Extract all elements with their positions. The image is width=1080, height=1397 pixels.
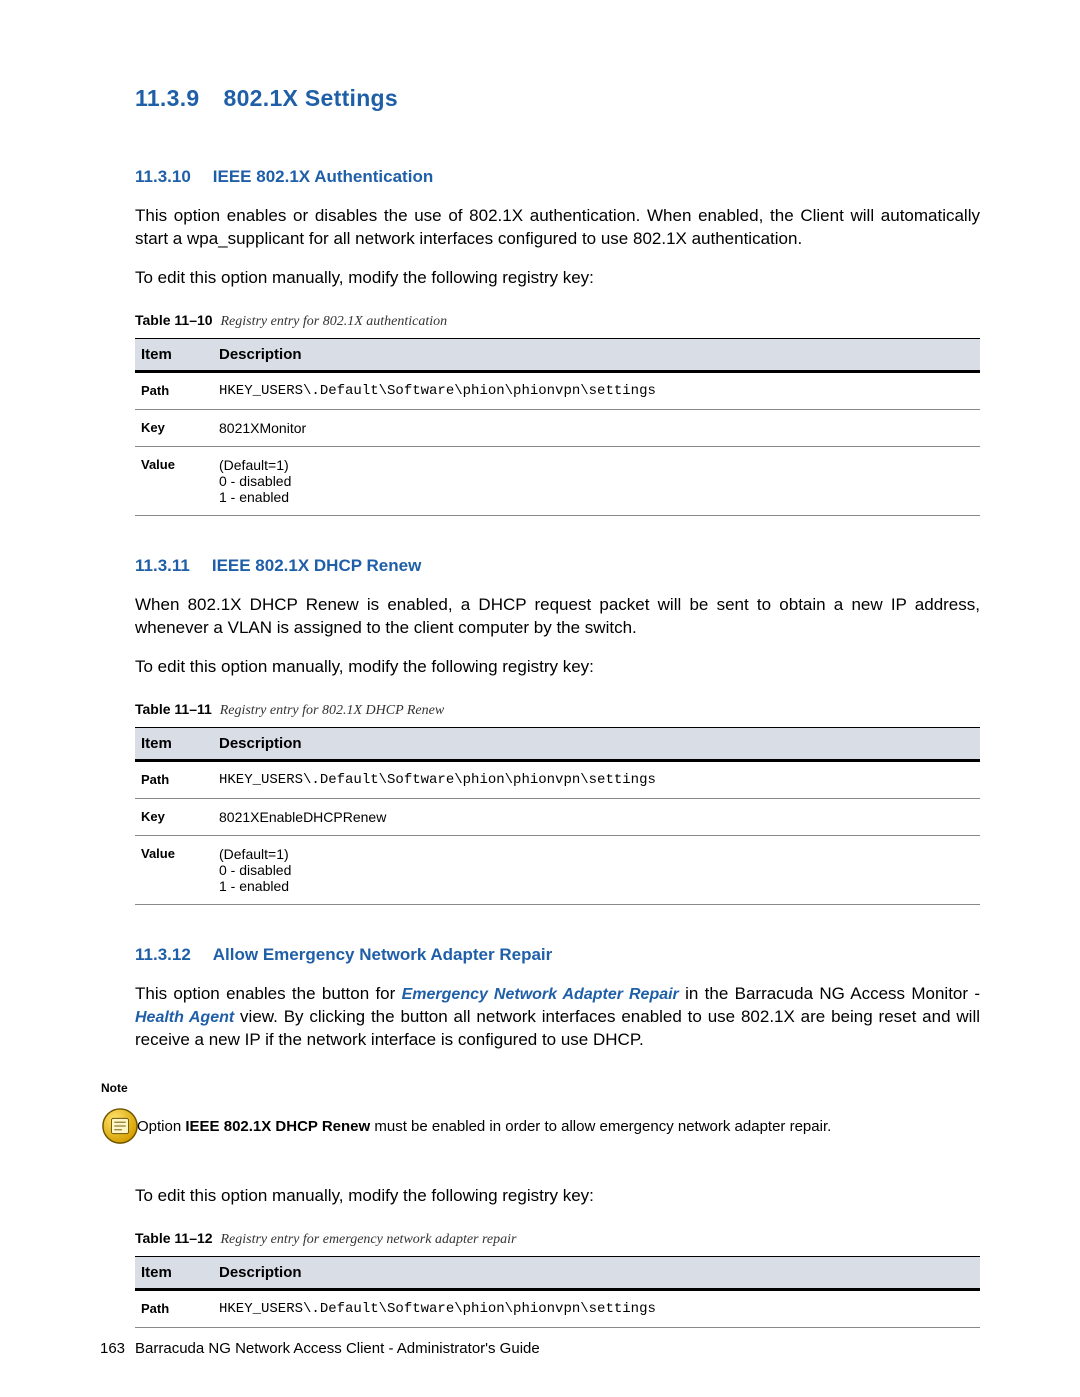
table-row: Path HKEY_USERS\.Default\Software\phion\…: [135, 1290, 980, 1328]
table-caption: Table 11–11 Registry entry for 802.1X DH…: [135, 701, 980, 719]
heading-2: 11.3.9 802.1X Settings: [135, 85, 980, 112]
cell-item: Path: [135, 760, 213, 798]
text-run: in the Barracuda NG Access Monitor -: [679, 984, 980, 1003]
table-header: Description: [213, 727, 980, 760]
document-page: 11.3.9 802.1X Settings 11.3.10 IEEE 802.1X…: [0, 0, 1080, 1397]
heading-title: 802.1X Settings: [223, 85, 398, 111]
table-row: Value (Default=1) 0 - disabled 1 - enabl…: [135, 835, 980, 904]
table-header: Item: [135, 338, 213, 371]
cell-item: Key: [135, 798, 213, 835]
caption-number: Table 11–12: [135, 1230, 213, 1246]
paragraph: To edit this option manually, modify the…: [135, 656, 980, 679]
note-icon: [101, 1107, 139, 1145]
paragraph: This option enables or disables the use …: [135, 205, 980, 251]
cell-value: (Default=1) 0 - disabled 1 - enabled: [213, 835, 980, 904]
table-row: Path HKEY_USERS\.Default\Software\phion\…: [135, 760, 980, 798]
footer-title: Barracuda NG Network Access Client - Adm…: [135, 1340, 540, 1357]
table-header: Item: [135, 1257, 213, 1290]
registry-table: Item Description Path HKEY_USERS\.Defaul…: [135, 1256, 980, 1328]
note-label: Note: [101, 1081, 980, 1095]
table-caption: Table 11–10 Registry entry for 802.1X au…: [135, 312, 980, 330]
caption-title: Registry entry for 802.1X authentication: [220, 314, 447, 329]
heading-3: 11.3.10 IEEE 802.1X Authentication: [135, 167, 980, 187]
text-run: must be enabled in order to allow emerge…: [370, 1118, 831, 1135]
paragraph: When 802.1X DHCP Renew is enabled, a DHC…: [135, 594, 980, 640]
table-row: Key 8021XEnableDHCPRenew: [135, 798, 980, 835]
cell-value: HKEY_USERS\.Default\Software\phion\phion…: [213, 760, 980, 798]
heading-number: 11.3.9: [135, 85, 199, 111]
cell-value: 8021XEnableDHCPRenew: [213, 798, 980, 835]
heading-title: IEEE 802.1X DHCP Renew: [212, 556, 421, 575]
cell-item: Value: [135, 446, 213, 515]
paragraph: To edit this option manually, modify the…: [135, 267, 980, 290]
cell-item: Path: [135, 371, 213, 409]
heading-number: 11.3.11: [135, 556, 190, 575]
text-run: view. By clicking the button all network…: [135, 1007, 980, 1049]
cell-value: HKEY_USERS\.Default\Software\phion\phion…: [213, 371, 980, 409]
caption-title: Registry entry for 802.1X DHCP Renew: [220, 703, 445, 718]
note-block: Note Option IEE: [101, 1081, 980, 1145]
table-header: Description: [213, 1257, 980, 1290]
heading-title: IEEE 802.1X Authentication: [213, 167, 433, 186]
note-text: Option IEEE 802.1X DHCP Renew must be en…: [137, 1118, 831, 1135]
heading-title: Allow Emergency Network Adapter Repair: [213, 945, 552, 964]
heading-number: 11.3.10: [135, 167, 191, 186]
caption-number: Table 11–11: [135, 701, 212, 717]
cell-item: Value: [135, 835, 213, 904]
page-footer: 163 Barracuda NG Network Access Client - …: [100, 1340, 540, 1357]
cell-item: Path: [135, 1290, 213, 1328]
heading-3: 11.3.12 Allow Emergency Network Adapter R…: [135, 945, 980, 965]
heading-number: 11.3.12: [135, 945, 191, 964]
heading-3: 11.3.11 IEEE 802.1X DHCP Renew: [135, 556, 980, 576]
cross-reference-link[interactable]: Emergency Network Adapter Repair: [402, 986, 679, 1003]
paragraph: This option enables the button for Emerg…: [135, 983, 980, 1052]
registry-table: Item Description Path HKEY_USERS\.Defaul…: [135, 338, 980, 516]
table-row: Path HKEY_USERS\.Default\Software\phion\…: [135, 371, 980, 409]
table-row: Value (Default=1) 0 - disabled 1 - enabl…: [135, 446, 980, 515]
table-header: Description: [213, 338, 980, 371]
cell-value: 8021XMonitor: [213, 409, 980, 446]
cross-reference-link[interactable]: Health Agent: [135, 1009, 234, 1026]
table-row: Key 8021XMonitor: [135, 409, 980, 446]
table-header: Item: [135, 727, 213, 760]
text-run: Option: [137, 1118, 185, 1135]
cell-item: Key: [135, 409, 213, 446]
note-bold-term: IEEE 802.1X DHCP Renew: [185, 1118, 370, 1135]
table-caption: Table 11–12 Registry entry for emergency…: [135, 1230, 980, 1248]
caption-number: Table 11–10: [135, 312, 213, 328]
caption-title: Registry entry for emergency network ada…: [220, 1232, 516, 1247]
registry-table: Item Description Path HKEY_USERS\.Defaul…: [135, 727, 980, 905]
page-number: 163: [100, 1340, 125, 1357]
paragraph: To edit this option manually, modify the…: [135, 1185, 980, 1208]
text-run: This option enables the button for: [135, 984, 402, 1003]
cell-value: (Default=1) 0 - disabled 1 - enabled: [213, 446, 980, 515]
cell-value: HKEY_USERS\.Default\Software\phion\phion…: [213, 1290, 980, 1328]
